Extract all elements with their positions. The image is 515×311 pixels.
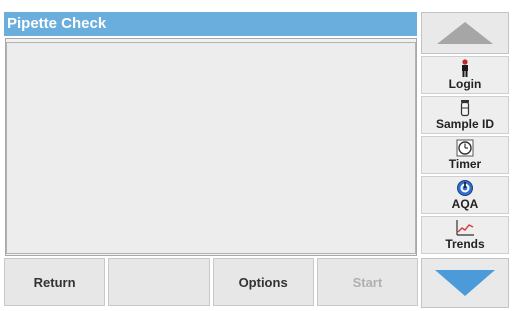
sidebar-item-label: Trends [445,237,485,251]
sidebar-item-sample-id[interactable]: Sample ID [421,96,509,134]
scroll-up-button[interactable] [421,12,509,54]
start-button[interactable]: Start [316,258,418,306]
return-button[interactable]: Return [4,258,106,306]
timer-icon [456,139,474,157]
aqa-icon [456,179,474,197]
sidebar-item-timer[interactable]: Timer [421,136,509,174]
sidebar-item-aqa[interactable]: AQA [421,176,509,214]
scroll-down-button[interactable] [421,258,509,308]
page-title: Pipette Check [4,12,417,36]
options-button[interactable]: Options [212,258,314,306]
sidebar-item-label: AQA [451,197,479,211]
empty-button-slot [108,258,210,306]
trends-chart-icon [455,219,475,237]
sidebar-item-label: Sample ID [435,117,495,131]
sidebar-item-trends[interactable]: Trends [421,216,509,254]
sidebar-item-label: Login [448,77,482,91]
results-box [6,42,416,254]
sidebar: Login Sample ID Timer AQA Trends [421,12,509,308]
down-arrow-icon [435,270,495,296]
sidebar-item-label: Timer [448,157,482,171]
sample-vial-icon [459,99,471,117]
bottom-toolbar: Return Options Start [4,258,418,306]
person-icon [459,59,471,77]
up-arrow-icon [437,22,493,44]
sidebar-item-login[interactable]: Login [421,56,509,94]
